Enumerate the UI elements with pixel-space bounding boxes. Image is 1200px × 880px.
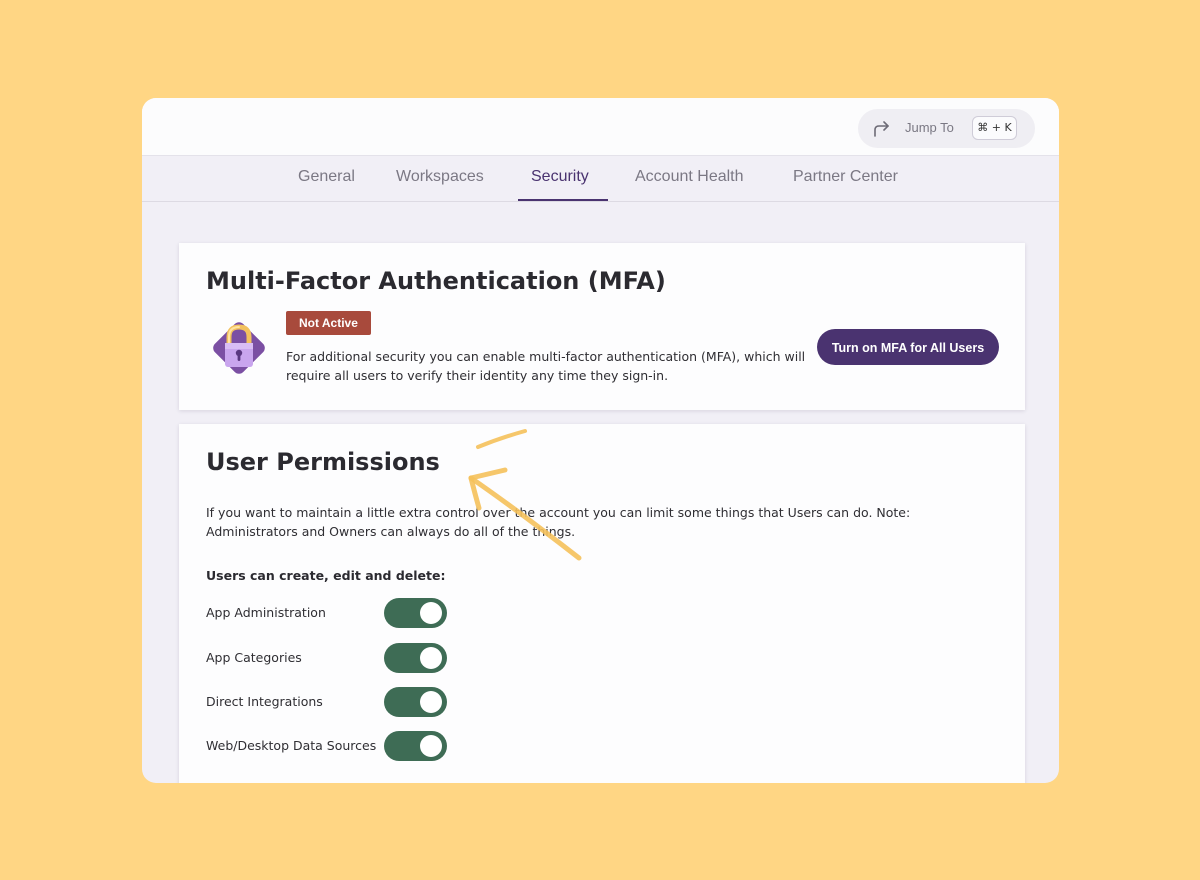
padlock-icon	[213, 322, 265, 374]
top-bar: Jump To ⌘ + K	[142, 98, 1059, 156]
app-window: Jump To ⌘ + K General Workspaces Securit…	[142, 98, 1059, 783]
tab-general[interactable]: General	[298, 168, 355, 186]
tab-partner-center[interactable]: Partner Center	[793, 168, 898, 186]
user-permissions-card: User Permissions If you want to maintain…	[179, 424, 1025, 783]
jump-to-button[interactable]: Jump To ⌘ + K	[858, 109, 1035, 148]
toggle-knob	[420, 647, 442, 669]
mfa-description: For additional security you can enable m…	[286, 349, 806, 383]
tab-account-health[interactable]: Account Health	[635, 168, 744, 186]
tab-workspaces[interactable]: Workspaces	[396, 168, 484, 186]
status-badge: Not Active	[286, 311, 371, 335]
toggle-knob	[420, 602, 442, 624]
permission-label: App Administration	[206, 605, 326, 620]
permission-row-web-desktop-data-sources: Web/Desktop Data Sources	[206, 731, 466, 761]
turn-on-mfa-button[interactable]: Turn on MFA for All Users	[817, 329, 999, 365]
permission-row-app-administration: App Administration	[206, 598, 466, 628]
share-forward-icon	[874, 121, 889, 137]
app-categories-toggle[interactable]	[384, 643, 447, 673]
direct-integrations-toggle[interactable]	[384, 687, 447, 717]
web-desktop-data-sources-toggle[interactable]	[384, 731, 447, 761]
permission-row-app-categories: App Categories	[206, 643, 466, 673]
active-tab-indicator	[518, 199, 608, 201]
permission-row-direct-integrations: Direct Integrations	[206, 687, 466, 717]
toggle-knob	[420, 691, 442, 713]
permission-label: Web/Desktop Data Sources	[206, 738, 377, 753]
permissions-subheading: Users can create, edit and delete:	[206, 568, 446, 583]
permission-label: App Categories	[206, 650, 302, 665]
app-administration-toggle[interactable]	[384, 598, 447, 628]
tab-bar: General Workspaces Security Account Heal…	[142, 156, 1059, 202]
tab-security[interactable]: Security	[531, 168, 589, 186]
jump-to-label: Jump To	[905, 120, 954, 135]
permission-label: Direct Integrations	[206, 694, 323, 709]
mfa-title: Multi-Factor Authentication (MFA)	[206, 267, 666, 295]
permissions-description: If you want to maintain a little extra c…	[206, 505, 911, 539]
toggle-knob	[420, 735, 442, 757]
mfa-card: Multi-Factor Authentication (MFA) Not Ac…	[179, 243, 1025, 410]
keyboard-shortcut: ⌘ + K	[972, 116, 1017, 140]
permissions-title: User Permissions	[206, 448, 440, 476]
